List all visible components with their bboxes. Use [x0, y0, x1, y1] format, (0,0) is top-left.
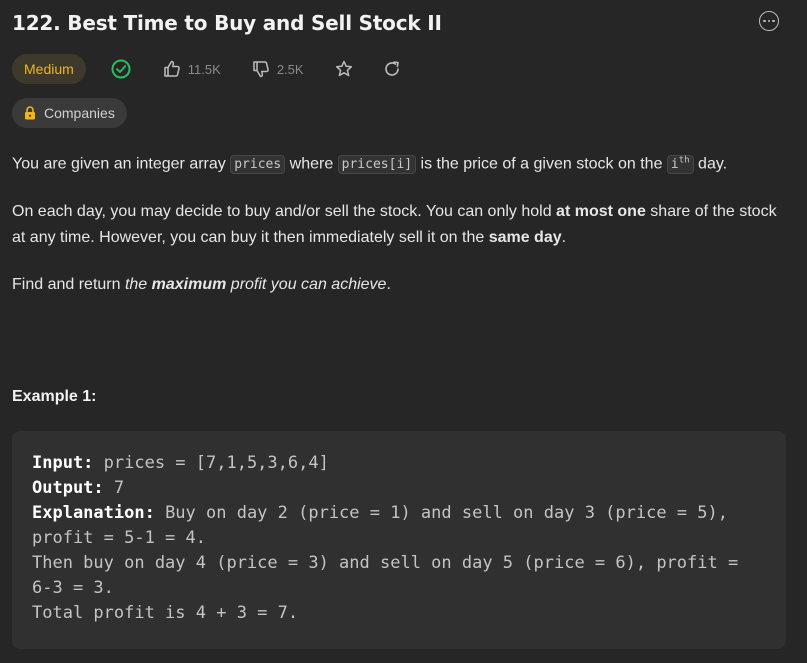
bold-same-day: same day — [488, 229, 562, 247]
problem-description: You are given an integer array prices wh… — [12, 148, 783, 319]
meta-row: Medium 11.5K 2.5K — [12, 54, 402, 84]
inline-code-prices: prices — [230, 155, 286, 175]
output-value: 7 — [103, 478, 125, 498]
explanation-text-2: Then buy on day 4 (price = 3) and sell o… — [32, 553, 749, 598]
description-paragraph-1: You are given an integer array prices wh… — [12, 148, 783, 178]
text: You are given an integer array — [12, 155, 231, 173]
description-paragraph-3: Find and return the maximum profit you c… — [12, 272, 783, 298]
likes-count: 11.5K — [187, 61, 221, 77]
lock-icon — [24, 106, 36, 120]
text: . — [386, 276, 391, 294]
explanation-label: Explanation: — [32, 503, 155, 523]
problem-page: 122. Best Time to Buy and Sell Stock II … — [0, 0, 807, 663]
example-output-line: Output: 7 — [32, 476, 766, 501]
code-i: i — [670, 157, 679, 173]
text: day. — [693, 155, 728, 173]
star-icon[interactable] — [334, 59, 354, 79]
companies-label: Companies — [44, 105, 115, 121]
inline-code-ith: ith — [666, 155, 694, 175]
text: On each day, you may decide to buy and/o… — [12, 203, 557, 221]
example-input-line: Input: prices = [7,1,5,3,6,4] — [32, 451, 766, 476]
dislike-button[interactable]: 2.5K — [251, 59, 304, 79]
text: is the price of a given stock on the — [416, 155, 667, 173]
companies-row: Companies — [12, 98, 127, 128]
more-options-icon[interactable] — [759, 11, 779, 31]
input-label: Input: — [32, 453, 94, 473]
thumbs-down-icon — [251, 59, 271, 79]
bold-at-most-one: at most one — [556, 203, 646, 221]
description-paragraph-2: On each day, you may decide to buy and/o… — [12, 199, 783, 251]
example-title: Example 1: — [12, 388, 97, 405]
check-circle-icon — [110, 58, 132, 80]
inline-code-prices-i: prices[i] — [337, 155, 417, 175]
refresh-icon[interactable] — [382, 59, 402, 79]
text: . — [561, 229, 567, 247]
example-explanation-line: Explanation: Buy on day 2 (price = 1) an… — [32, 501, 766, 551]
superscript-th: th — [678, 156, 690, 166]
difficulty-badge: Medium — [12, 54, 86, 84]
dislikes-count: 2.5K — [276, 61, 304, 77]
output-label: Output: — [32, 478, 104, 498]
text: where — [285, 155, 338, 173]
example-block: Input: prices = [7,1,5,3,6,4] Output: 7 Ex… — [12, 431, 786, 649]
problem-title: 122. Best Time to Buy and Sell Stock II — [12, 11, 442, 35]
explanation-text-3: Total profit is 4 + 3 = 7. — [32, 603, 299, 623]
input-value: prices = [7,1,5,3,6,4] — [93, 453, 329, 473]
thumbs-up-icon — [162, 59, 182, 79]
italic-profit: profit you can achieve — [226, 276, 387, 294]
text: Find and return — [12, 276, 125, 294]
companies-button[interactable]: Companies — [12, 98, 127, 128]
like-button[interactable]: 11.5K — [162, 59, 221, 79]
title-row: 122. Best Time to Buy and Sell Stock II — [12, 9, 795, 39]
italic-the: the — [124, 276, 152, 294]
bold-italic-maximum: maximum — [151, 276, 227, 294]
